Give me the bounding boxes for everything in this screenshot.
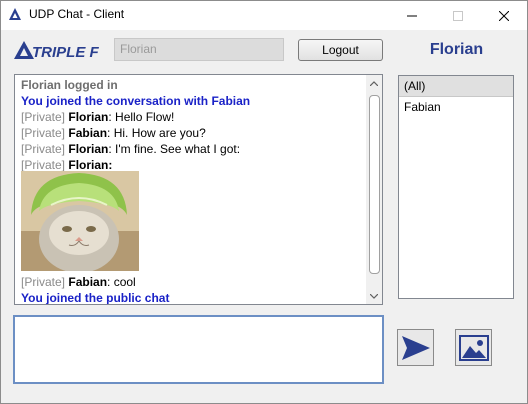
- user-list[interactable]: (All) Fabian: [398, 75, 514, 299]
- message-text: : I'm fine. See what I got:: [108, 142, 241, 156]
- send-arrow-icon: [401, 335, 430, 360]
- message-prefix: [Private]: [21, 158, 66, 172]
- logout-button[interactable]: Logout: [298, 39, 383, 61]
- message-prefix: [Private]: [21, 275, 66, 289]
- message-prefix: [Private]: [21, 142, 66, 156]
- chat-line: [Private] Fabian: cool: [21, 274, 366, 290]
- shared-cat-image: [21, 171, 139, 271]
- chat-scrollbar[interactable]: [366, 75, 382, 304]
- minimize-button[interactable]: [389, 1, 435, 30]
- send-button[interactable]: [397, 329, 434, 366]
- message-sender: Florian:: [68, 158, 113, 172]
- chevron-down-icon: [370, 293, 378, 299]
- user-list-item-all[interactable]: (All): [399, 76, 513, 97]
- image-picture-icon: [458, 334, 489, 361]
- current-user-label: Florian: [429, 41, 484, 58]
- chat-line: [Private] Florian: I'm fine. See what I …: [21, 141, 366, 157]
- message-input[interactable]: [13, 315, 384, 384]
- chat-line: [Private] Fabian: Hi. How are you?: [21, 125, 366, 141]
- send-image-button[interactable]: [455, 329, 492, 366]
- message-sender: Florian: [68, 142, 109, 156]
- chat-line: Florian logged in: [21, 78, 118, 92]
- message-text: : Hello Flow!: [108, 110, 175, 124]
- scroll-up-button[interactable]: [366, 75, 382, 91]
- chat-client-window: UDP Chat - Client TRIPLE F Florian Logou…: [0, 0, 528, 404]
- message-text: : Hi. How are you?: [107, 126, 206, 140]
- close-button[interactable]: [481, 1, 527, 30]
- user-list-item-fabian[interactable]: Fabian: [399, 97, 513, 117]
- message-prefix: [Private]: [21, 110, 66, 124]
- logo-text: TRIPLE F: [32, 44, 100, 61]
- triple-f-logo: TRIPLE F: [14, 41, 100, 61]
- message-text: : cool: [107, 275, 136, 289]
- minimize-icon: [407, 15, 417, 16]
- chat-line: You joined the public chat: [21, 291, 170, 305]
- maximize-button[interactable]: [435, 1, 481, 30]
- message-prefix: [Private]: [21, 126, 66, 140]
- window-title: UDP Chat - Client: [29, 7, 125, 21]
- scroll-thumb[interactable]: [369, 95, 380, 274]
- message-sender: Florian: [68, 110, 109, 124]
- chat-log[interactable]: Florian logged in You joined the convers…: [14, 74, 383, 305]
- app-icon: [9, 8, 21, 20]
- scroll-down-button[interactable]: [366, 288, 382, 304]
- message-sender: Fabian: [68, 275, 108, 289]
- chevron-up-icon: [370, 80, 378, 86]
- chat-lines: Florian logged in You joined the convers…: [21, 77, 366, 173]
- close-icon: [499, 10, 509, 21]
- message-sender: Fabian: [68, 126, 108, 140]
- chat-line: You joined the conversation with Fabian: [21, 94, 251, 108]
- chat-lines-after-image: [Private] Fabian: cool You joined the pu…: [21, 274, 366, 305]
- maximize-icon: [453, 10, 463, 21]
- title-bar: UDP Chat - Client: [1, 1, 527, 30]
- username-field[interactable]: Florian: [114, 38, 284, 61]
- chat-line: [Private] Florian: Hello Flow!: [21, 109, 366, 125]
